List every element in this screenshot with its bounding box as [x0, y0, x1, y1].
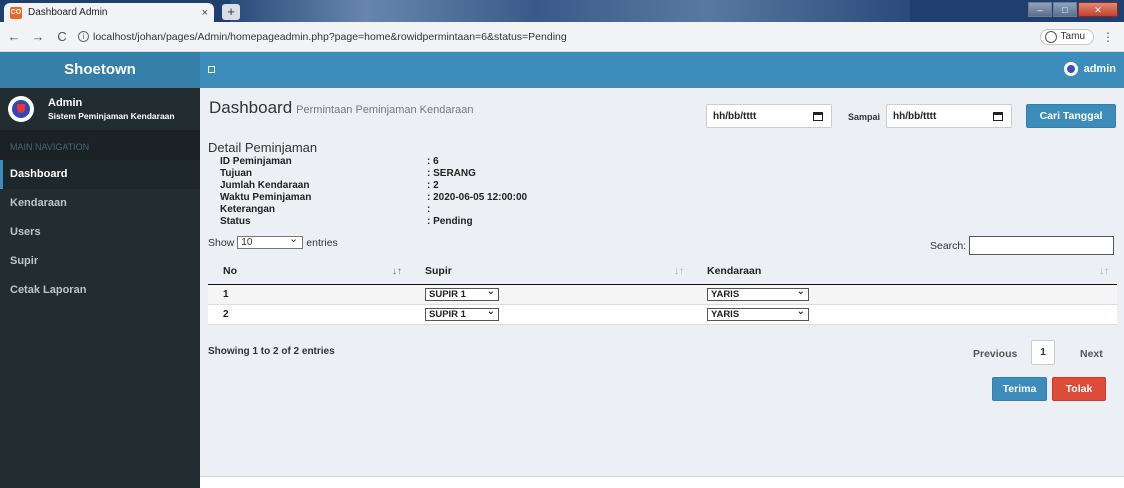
detail-title: Detail Peminjaman [208, 140, 318, 155]
show-entries: Show 10 entries [208, 234, 338, 249]
cari-tanggal-button[interactable]: Cari Tanggal [1026, 104, 1116, 128]
column-header-no[interactable]: No ↓↑ [208, 258, 410, 285]
sort-icon: ↓↑ [392, 265, 402, 277]
sidebar-item-dashboard[interactable]: Dashboard [0, 160, 200, 189]
avatar [8, 96, 34, 122]
sort-icon: ↓↑ [674, 265, 684, 277]
info-icon[interactable]: i [78, 31, 89, 42]
user-avatar-icon [1063, 62, 1078, 76]
column-header-supir[interactable]: Supir ↓↑ [410, 258, 692, 285]
detail-label: Waktu Peminjaman [220, 192, 312, 203]
detail-value: : 2020-06-05 12:00:00 [427, 192, 528, 203]
favicon-icon: CO [10, 6, 22, 19]
user-panel-name: Admin [48, 97, 83, 109]
profile-label: Tamu [1060, 31, 1085, 42]
date-from-input[interactable]: hh/bb/tttt [706, 104, 832, 128]
calendar-icon[interactable] [993, 111, 1003, 121]
window-controls: – □ ✕ [1028, 2, 1118, 17]
entries-select[interactable]: 10 [237, 234, 304, 249]
page-subtitle: Permintaan Peminjaman Kendaraan [296, 104, 474, 116]
pagination-next[interactable]: Next [1080, 348, 1103, 360]
pagination-page[interactable]: 1 [1031, 340, 1055, 365]
table-row: 1 SUPIR 1 YARIS [208, 285, 1117, 305]
cell-no: 1 [223, 289, 229, 300]
page-title: Dashboard Permintaan Peminjaman Kendaraan [209, 98, 474, 118]
reload-icon[interactable]: C [52, 29, 72, 44]
cell-no: 2 [223, 309, 229, 320]
date-from-value: hh/bb/tttt [713, 110, 757, 122]
search-label: Search: [930, 239, 967, 252]
detail-value: : 2 [427, 180, 439, 191]
detail-value: : SERANG [427, 168, 476, 179]
tab-bar-background [230, 0, 910, 22]
date-to-input[interactable]: hh/bb/tttt [886, 104, 1012, 128]
nav-header: MAIN NAVIGATION [0, 130, 200, 160]
tab-close-icon[interactable]: × [202, 7, 208, 19]
user-name: admin [1083, 63, 1116, 75]
search-input[interactable] [969, 236, 1115, 255]
data-table: No↓↑ Supir↓↑ Kendaraan↓↑ 1 SUPIR 1 YARIS… [208, 258, 1117, 325]
close-window-button[interactable]: ✕ [1078, 2, 1118, 17]
content-wrapper: Dashboard Permintaan Peminjaman Kendaraan… [200, 88, 1124, 476]
table-header: No ↓↑ Supir ↓↑ Kendaraan ↓↑ [208, 258, 1117, 285]
forward-icon[interactable]: → [28, 29, 48, 44]
browser-tab[interactable]: CO Dashboard Admin × [4, 3, 214, 22]
back-icon[interactable]: ← [4, 29, 24, 44]
supir-select[interactable]: SUPIR 1 [425, 306, 499, 321]
sampai-label: Sampai [848, 112, 881, 122]
sidebar-item-supir[interactable]: Supir [0, 247, 200, 276]
sidebar-toggle-icon[interactable] [208, 66, 215, 73]
user-menu[interactable]: admin [1063, 62, 1116, 76]
brand-logo[interactable]: Shoetown [0, 52, 200, 88]
calendar-icon[interactable] [813, 111, 823, 121]
supir-select[interactable]: SUPIR 1 [425, 286, 499, 301]
user-panel-subtitle: Sistem Peminjaman Kendaraan [48, 111, 175, 121]
browser-menu-icon[interactable]: ⋮ [1102, 30, 1114, 44]
sidebar: Admin Sistem Peminjaman Kendaraan MAIN N… [0, 88, 200, 488]
tab-title: Dashboard Admin [28, 7, 108, 18]
kendaraan-select[interactable]: YARIS [707, 306, 809, 321]
url-field[interactable]: i localhost/johan/pages/Admin/homepagead… [78, 31, 1040, 43]
page-title-text: Dashboard [209, 98, 293, 117]
detail-label: Keterangan [220, 204, 276, 215]
url-text: localhost/johan/pages/Admin/homepageadmi… [93, 30, 567, 43]
new-tab-button[interactable]: + [222, 4, 240, 20]
sort-icon: ↓↑ [1099, 265, 1109, 277]
terima-button[interactable]: Terima [992, 377, 1047, 401]
main-header: Shoetown admin [0, 52, 1124, 88]
table-search: Search: [930, 236, 1115, 255]
kendaraan-select[interactable]: YARIS [707, 286, 809, 301]
profile-icon [1044, 30, 1057, 43]
table-info: Showing 1 to 2 of 2 entries [208, 346, 335, 357]
browser-tab-bar: CO Dashboard Admin × + – □ ✕ [0, 0, 1124, 22]
table-row: 2 SUPIR 1 YARIS [208, 305, 1117, 325]
sidebar-item-cetak-laporan[interactable]: Cetak Laporan [0, 276, 200, 305]
profile-area: Tamu ⋮ [1039, 28, 1114, 45]
detail-label: Jumlah Kendaraan [220, 180, 310, 191]
detail-label: Tujuan [220, 168, 253, 179]
minimize-button[interactable]: – [1028, 2, 1052, 17]
tolak-button[interactable]: Tolak [1052, 377, 1106, 401]
pagination-previous[interactable]: Previous [973, 348, 1017, 360]
profile-button[interactable]: Tamu [1039, 28, 1094, 45]
date-to-value: hh/bb/tttt [893, 110, 937, 122]
main-footer [200, 476, 1124, 488]
detail-value: : 6 [427, 156, 439, 167]
show-label: Show [208, 236, 235, 249]
sidebar-item-users[interactable]: Users [0, 218, 200, 247]
sidebar-item-kendaraan[interactable]: Kendaraan [0, 189, 200, 218]
address-bar: ← → C i localhost/johan/pages/Admin/home… [0, 22, 1124, 52]
maximize-button[interactable]: □ [1053, 2, 1077, 17]
column-header-kendaraan[interactable]: Kendaraan ↓↑ [692, 258, 1117, 285]
user-panel: Admin Sistem Peminjaman Kendaraan [0, 88, 200, 130]
entries-label: entries [306, 236, 338, 249]
detail-value: : Pending [427, 216, 473, 227]
detail-label: ID Peminjaman [220, 156, 292, 167]
detail-label: Status [220, 216, 251, 227]
detail-value: : [427, 204, 431, 215]
